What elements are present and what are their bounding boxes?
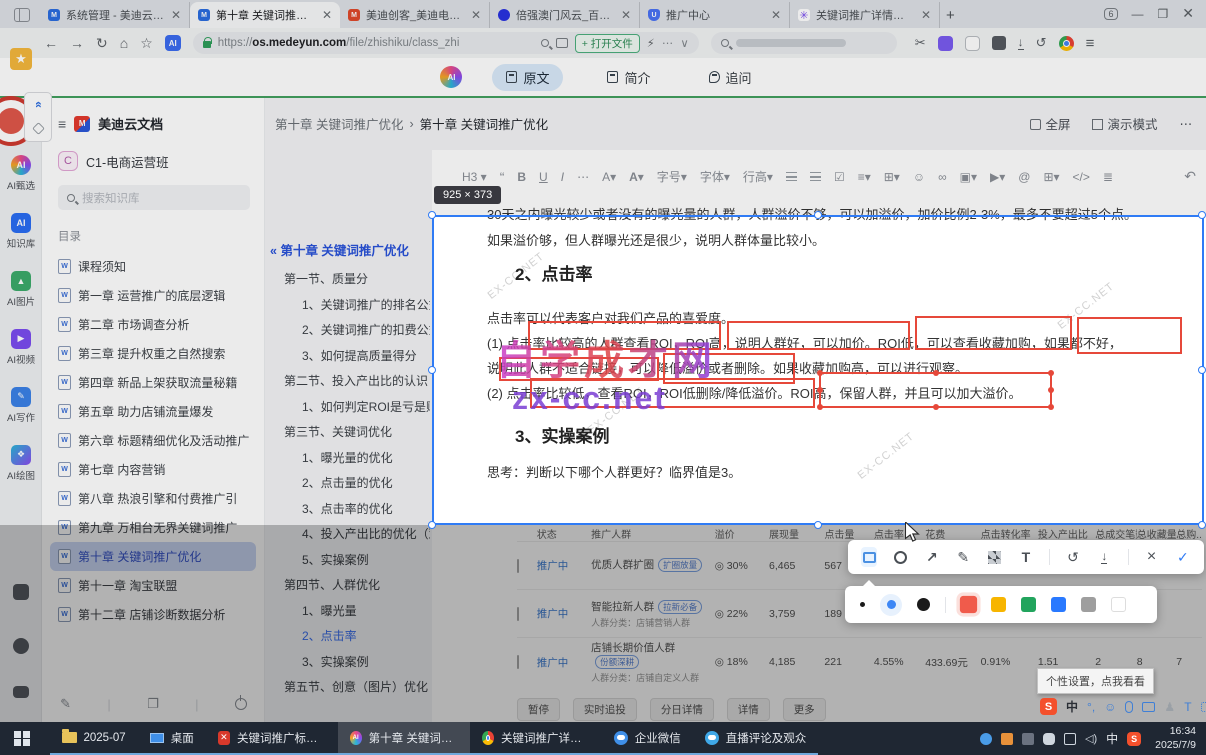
download-capture[interactable]: ↓ <box>1096 547 1112 567</box>
text-tool[interactable]: T <box>1018 547 1034 567</box>
punctuation-icon[interactable]: °, <box>1087 700 1095 714</box>
person-icon[interactable]: ♟ <box>1164 700 1175 714</box>
capture-dim-top <box>0 0 1206 215</box>
undo-tool[interactable]: ↺ <box>1065 547 1081 567</box>
tray-shield-icon[interactable] <box>1021 732 1034 745</box>
clock-time: 16:34 <box>1169 724 1196 737</box>
folder-icon <box>61 729 77 743</box>
taskbar-app-2-active[interactable]: AI 第十章 关键词推广... <box>337 722 470 755</box>
tray-mic-icon[interactable] <box>1042 732 1055 745</box>
stroke-color-bar <box>845 580 1157 623</box>
live-comments-icon <box>704 730 719 745</box>
color-blue[interactable] <box>1051 597 1066 612</box>
taskbar: 2025-07 桌面 ✕ 关键词推广标准计... AI 第十章 关键词推广...… <box>0 722 1206 755</box>
stroke-medium-selected[interactable] <box>880 593 902 616</box>
color-white[interactable] <box>1111 597 1126 612</box>
color-green[interactable] <box>1021 597 1036 612</box>
system-tray: ◁) 中 S <box>979 722 1151 755</box>
selection-size-label: 925 × 373 <box>434 186 502 204</box>
stroke-small[interactable] <box>860 602 865 607</box>
rectangle-tool[interactable] <box>861 547 878 567</box>
color-yellow[interactable] <box>991 597 1006 612</box>
tray-volume-icon[interactable]: ◁) <box>1085 732 1097 745</box>
chrome-icon <box>481 730 494 745</box>
selection-handle[interactable] <box>428 521 436 529</box>
taskbar-app-5[interactable]: 直播评论及观众 <box>692 722 819 755</box>
tray-ime-lang[interactable]: 中 <box>1106 730 1118 747</box>
emoji-panel-icon[interactable]: ☺ <box>1104 700 1116 714</box>
ai-app-icon: AI <box>349 730 362 745</box>
selection-handle[interactable] <box>428 211 436 219</box>
color-gray[interactable] <box>1081 597 1096 612</box>
arrow-tool[interactable]: ↗ <box>924 547 940 567</box>
screen: M 系统管理 - 美迪云管理 ✕ M 第十章 关键词推广优化 ✕ M 美迪创客_… <box>0 0 1206 755</box>
ellipse-tool[interactable] <box>892 547 908 567</box>
ime-tooltip: 个性设置，点我看看 <box>1037 668 1154 694</box>
cancel-capture[interactable]: × <box>1143 547 1159 567</box>
keyboard-icon[interactable] <box>1142 701 1156 712</box>
skin-icon[interactable]: T <box>1184 700 1191 714</box>
tray-sogou-icon[interactable]: S <box>1127 731 1142 746</box>
tray-display-icon[interactable] <box>1063 732 1076 745</box>
selection-handle[interactable] <box>1198 211 1206 219</box>
pen-tool[interactable]: ✎ <box>955 547 971 567</box>
ime-bar: S 中 °, ☺ ♟ T <box>1040 698 1206 715</box>
capture-dim-left <box>0 215 432 525</box>
taskbar-desktop[interactable]: 桌面 <box>137 722 206 755</box>
toolbox-grid-icon[interactable] <box>1200 701 1206 712</box>
wecom-icon <box>613 730 628 745</box>
windows-icon <box>14 730 30 747</box>
taskbar-app-3[interactable]: 关键词推广详情页... <box>469 722 602 755</box>
tray-orange-app-icon[interactable] <box>1000 732 1013 745</box>
tray-wecom-icon[interactable] <box>979 732 992 745</box>
taskbar-clock[interactable]: 16:34 2025/7/9 <box>1151 722 1206 755</box>
annotation-toolbar: ↗ ✎ T ↺ ↓ × ✓ <box>848 540 1204 574</box>
start-button[interactable] <box>0 722 44 755</box>
selection-handle[interactable] <box>428 366 436 374</box>
ime-lang[interactable]: 中 <box>1066 698 1078 715</box>
sogou-logo[interactable]: S <box>1040 698 1057 715</box>
selection-handle[interactable] <box>1198 521 1206 529</box>
stroke-large[interactable] <box>917 598 930 611</box>
selection-handle[interactable] <box>814 211 822 219</box>
color-red-selected[interactable] <box>959 595 978 614</box>
confirm-capture[interactable]: ✓ <box>1175 547 1191 567</box>
mouse-cursor <box>905 522 920 542</box>
mosaic-tool[interactable] <box>986 547 1002 567</box>
mic-icon[interactable] <box>1125 700 1134 713</box>
capture-selection[interactable] <box>432 215 1204 525</box>
desktop-icon <box>149 732 164 743</box>
clock-date: 2025/7/9 <box>1155 738 1196 751</box>
taskbar-folder[interactable]: 2025-07 <box>49 722 138 755</box>
selection-handle[interactable] <box>1198 366 1206 374</box>
red-x-app-icon: ✕ <box>217 730 230 745</box>
taskbar-app-4[interactable]: 企业微信 <box>601 722 693 755</box>
taskbar-app-1[interactable]: ✕ 关键词推广标准计... <box>205 722 338 755</box>
selection-handle[interactable] <box>814 521 822 529</box>
